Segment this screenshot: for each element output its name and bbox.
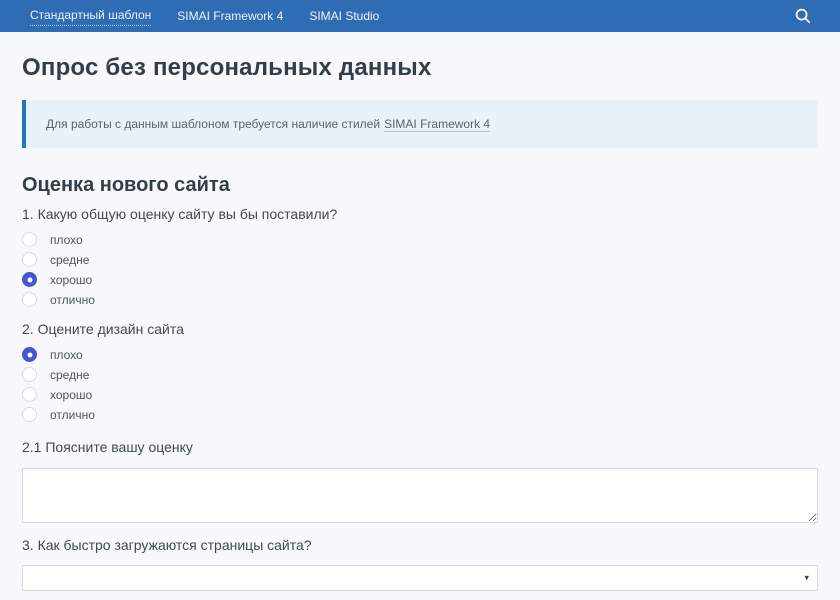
radio-option-label: отлично [50,293,95,307]
nav-item-simai-studio[interactable]: SIMAI Studio [309,7,379,26]
question-2-radio-group: плохо средне хорошо отлично [22,347,818,422]
notice-link[interactable]: SIMAI Framework 4 [384,117,490,132]
radio-option[interactable]: плохо [22,232,818,247]
search-button[interactable] [792,5,814,27]
radio-circle[interactable] [22,347,37,362]
radio-option[interactable]: средне [22,252,818,267]
radio-option-label: хорошо [50,273,92,287]
radio-circle[interactable] [22,272,37,287]
radio-option[interactable]: плохо [22,347,818,362]
radio-option-label: хорошо [50,388,92,402]
section-title: Оценка нового сайта [22,173,818,197]
page-title: Опрос без персональных данных [22,53,818,83]
question-2-label: 2. Оцените дизайн сайта [22,321,818,338]
radio-circle[interactable] [22,292,37,307]
question-3-label: 3. Как быстро загружаются страницы сайта… [22,537,818,554]
radio-option-label: средне [50,253,89,267]
radio-option[interactable]: отлично [22,292,818,307]
top-nav: Стандартный шаблон SIMAI Framework 4 SIM… [0,0,840,32]
radio-circle[interactable] [22,232,37,247]
radio-circle[interactable] [22,407,37,422]
radio-option-label: плохо [50,348,83,362]
radio-circle[interactable] [22,367,37,382]
radio-option-label: отлично [50,408,95,422]
question-1-radio-group: плохо средне хорошо отлично [22,232,818,307]
radio-option[interactable]: хорошо [22,272,818,287]
question-2-1-label: 2.1 Поясните вашу оценку [22,439,818,456]
radio-option-label: плохо [50,233,83,247]
comment-textarea[interactable] [22,468,818,523]
speed-select[interactable] [22,565,818,591]
radio-option[interactable]: хорошо [22,387,818,402]
radio-circle[interactable] [22,252,37,267]
nav-item-simai-framework[interactable]: SIMAI Framework 4 [177,7,283,26]
speed-select-wrap: ▾ [22,565,818,591]
nav-item-standard-template[interactable]: Стандартный шаблон [30,6,151,26]
radio-option[interactable]: отлично [22,407,818,422]
notice-text: Для работы с данным шаблоном требуется н… [46,117,380,131]
radio-circle[interactable] [22,387,37,402]
main-content: Опрос без персональных данных Для работы… [0,53,840,591]
radio-option[interactable]: средне [22,367,818,382]
notice-box: Для работы с данным шаблоном требуется н… [22,100,818,148]
question-1-label: 1. Какую общую оценку сайту вы бы постав… [22,206,818,223]
radio-option-label: средне [50,368,89,382]
search-icon [794,7,812,25]
